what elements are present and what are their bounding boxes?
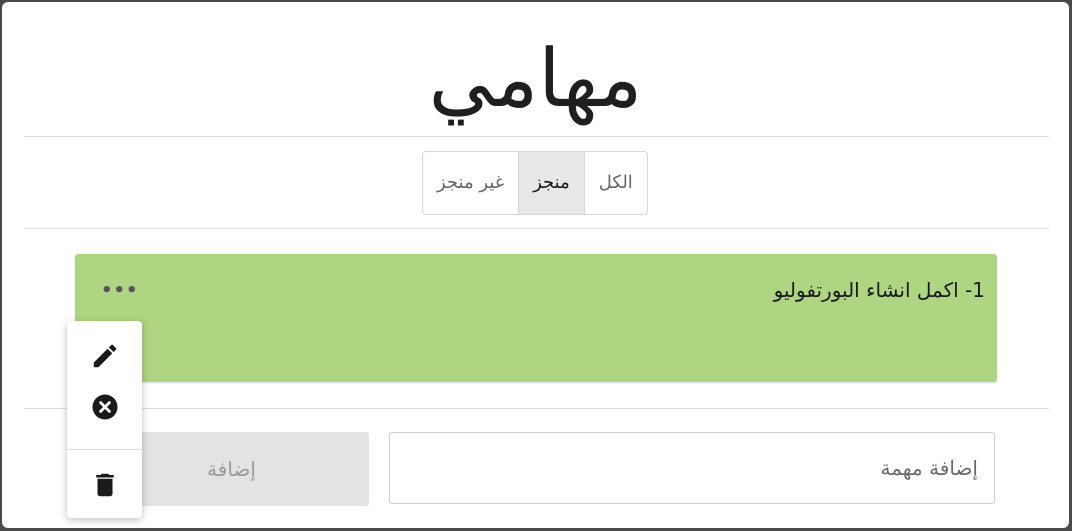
close-circle-icon (92, 394, 118, 420)
todo-card: مهامي الكل منجز غير منجز 1- اكمل انشاء ا… (2, 2, 1069, 528)
delete-button[interactable] (90, 470, 120, 500)
trash-icon (96, 473, 114, 497)
filter-group: الكل منجز غير منجز (422, 151, 648, 215)
filter-not-done[interactable]: غير منجز (423, 152, 518, 214)
filter-done[interactable]: منجز (518, 152, 584, 214)
divider (24, 136, 1049, 137)
divider (24, 408, 1049, 409)
page-title: مهامي (428, 32, 643, 125)
divider (24, 228, 1049, 229)
task-text: 1- اكمل انشاء البورتفوليو (773, 278, 985, 302)
pencil-icon (93, 344, 117, 368)
edit-button[interactable] (90, 341, 120, 371)
remove-button[interactable] (90, 392, 120, 422)
menu-divider (67, 449, 142, 450)
task-options-button[interactable]: ••• (101, 280, 139, 301)
new-task-input[interactable] (389, 432, 995, 504)
filter-all[interactable]: الكل (583, 152, 647, 214)
task-item: 1- اكمل انشاء البورتفوليو ••• (75, 254, 997, 382)
task-options-menu (67, 321, 142, 518)
